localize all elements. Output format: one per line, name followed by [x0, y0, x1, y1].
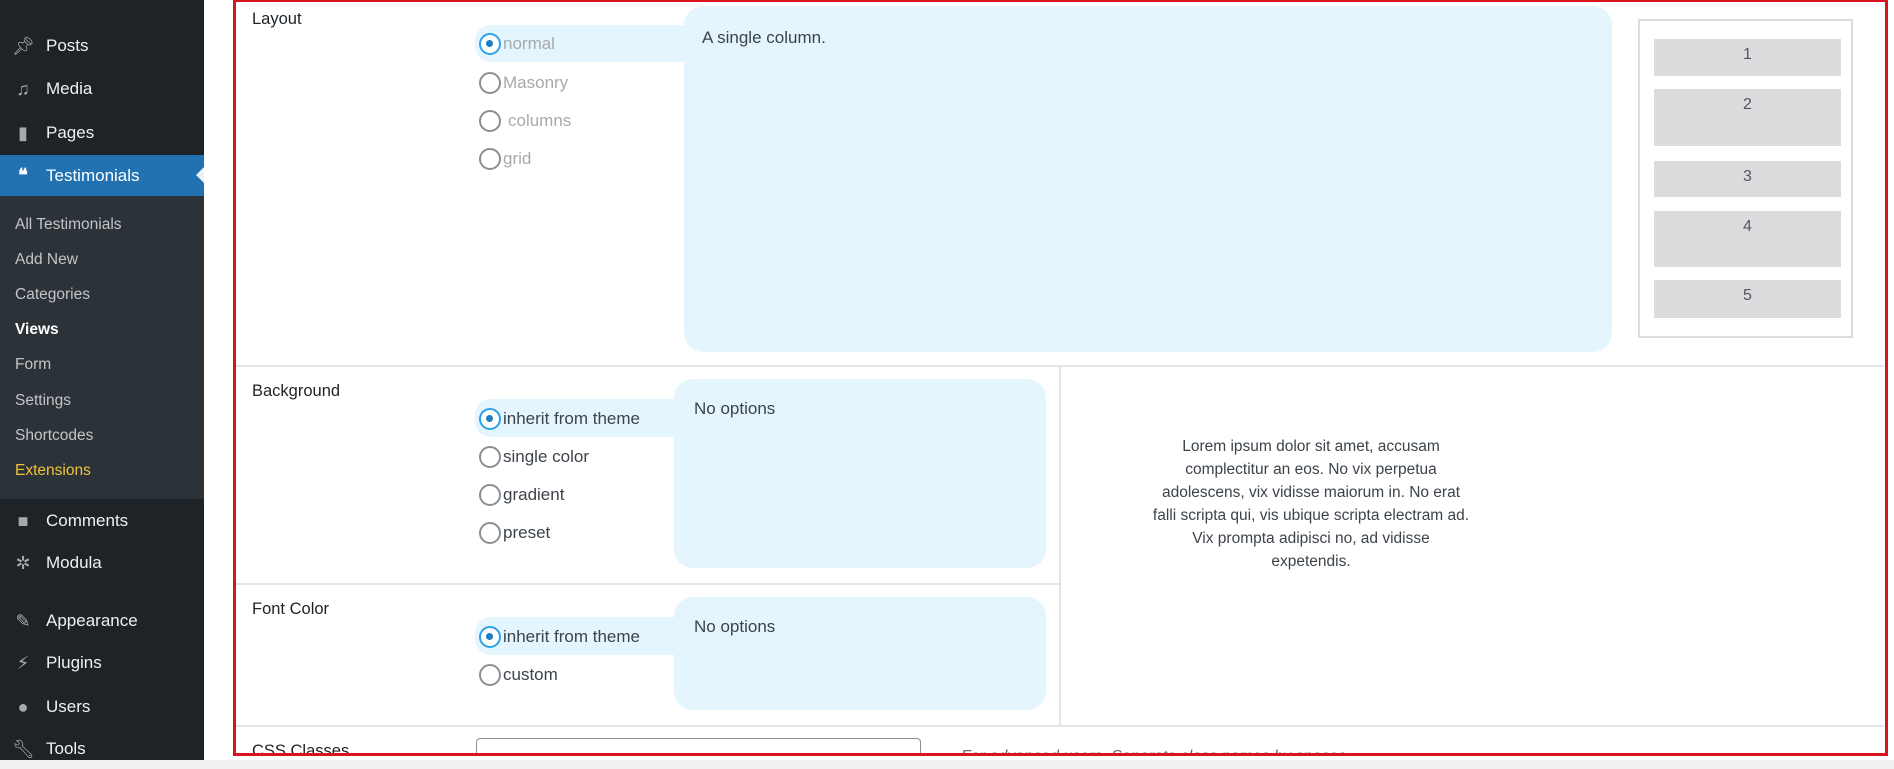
preview-item: 1: [1654, 39, 1841, 76]
radio-unchecked-icon: [479, 484, 501, 506]
menu-modula[interactable]: ✲ Modula: [0, 543, 204, 583]
row-divider: [236, 725, 1884, 727]
radio-layout-masonry[interactable]: Masonry: [479, 71, 568, 95]
radio-checked-icon: [479, 408, 501, 430]
radio-background-gradient[interactable]: gradient: [479, 483, 564, 507]
menu-media[interactable]: ♫ Media: [0, 69, 204, 109]
font-color-description: No options: [674, 597, 1046, 710]
font-color-label: Font Color: [252, 600, 330, 618]
radio-layout-grid[interactable]: grid: [479, 147, 531, 171]
menu-pages[interactable]: ▮ Pages: [0, 113, 204, 153]
user-icon: ●: [17, 696, 29, 717]
submenu-shortcodes[interactable]: Shortcodes: [15, 427, 93, 445]
submenu-all-testimonials[interactable]: All Testimonials: [15, 216, 122, 234]
radio-checked-icon: [479, 33, 501, 55]
radio-layout-normal[interactable]: normal: [479, 32, 555, 56]
layout-preview: 1 2 3 4 5: [1638, 19, 1853, 338]
menu-testimonials[interactable]: ❝ Testimonials: [0, 155, 204, 196]
css-classes-label: CSS Classes: [252, 742, 350, 756]
radio-unchecked-icon: [479, 522, 501, 544]
menu-users[interactable]: ● Users: [0, 687, 204, 727]
comment-icon: ■: [17, 510, 29, 531]
preview-item: 4: [1654, 211, 1841, 267]
media-icon: ♫: [16, 78, 30, 99]
radio-unchecked-icon: [479, 148, 501, 170]
row-divider: [236, 583, 1061, 585]
submenu-views[interactable]: Views: [15, 321, 59, 339]
radio-unchecked-icon: [479, 446, 501, 468]
pages-icon: ▮: [18, 122, 28, 143]
plug-icon: ⚡︎: [16, 652, 30, 673]
radio-layout-columns[interactable]: columns: [479, 109, 571, 133]
menu-comments[interactable]: ■ Comments: [0, 501, 204, 541]
radio-unchecked-icon: [479, 72, 501, 94]
menu-tools[interactable]: 🔧︎ Tools: [0, 729, 204, 769]
submenu-add-new[interactable]: Add New: [15, 251, 78, 269]
submenu-categories[interactable]: Categories: [15, 286, 90, 304]
menu-posts[interactable]: 📌︎ Posts: [0, 26, 204, 66]
menu-appearance[interactable]: ✎ Appearance: [0, 601, 204, 641]
submenu-extensions[interactable]: Extensions: [15, 462, 91, 480]
quote-icon: ❝: [18, 165, 28, 185]
preview-item: 3: [1654, 161, 1841, 197]
radio-font-color-inherit[interactable]: inherit from theme: [479, 625, 640, 649]
background-label: Background: [252, 382, 341, 400]
layout-description: A single column.: [684, 6, 1612, 352]
radio-background-single-color[interactable]: single color: [479, 445, 589, 469]
radio-font-color-custom[interactable]: custom: [479, 663, 558, 687]
brush-icon: ✎: [15, 610, 31, 631]
pin-icon: 📌︎: [12, 35, 35, 56]
wrench-icon: 🔧︎: [12, 738, 35, 759]
css-classes-input[interactable]: [476, 738, 921, 753]
testimonials-submenu: All Testimonials Add New Categories View…: [0, 196, 204, 499]
view-settings-panel: Layout normal Masonry columns grid A sin…: [233, 0, 1888, 756]
preview-item: 2: [1654, 89, 1841, 146]
column-divider: [1059, 365, 1061, 727]
radio-background-preset[interactable]: preset: [479, 521, 550, 545]
preview-item: 5: [1654, 280, 1841, 318]
admin-sidebar: 📌︎ Posts ♫ Media ▮ Pages ❝ Testimonials All …: [0, 0, 204, 760]
style-preview-text: Lorem ipsum dolor sit amet, accusam comp…: [1152, 438, 1470, 570]
submenu-form[interactable]: Form: [15, 356, 51, 374]
radio-unchecked-icon: [479, 110, 501, 132]
gear-icon: ✲: [15, 552, 31, 573]
submenu-settings[interactable]: Settings: [15, 392, 71, 410]
css-classes-hint: For advanced users. Separate class names…: [961, 748, 1351, 753]
radio-checked-icon: [479, 626, 501, 648]
radio-background-inherit[interactable]: inherit from theme: [479, 407, 640, 431]
menu-plugins[interactable]: ⚡︎ Plugins: [0, 643, 204, 683]
background-description: No options: [674, 379, 1046, 568]
radio-unchecked-icon: [479, 664, 501, 686]
layout-label: Layout: [252, 10, 302, 28]
